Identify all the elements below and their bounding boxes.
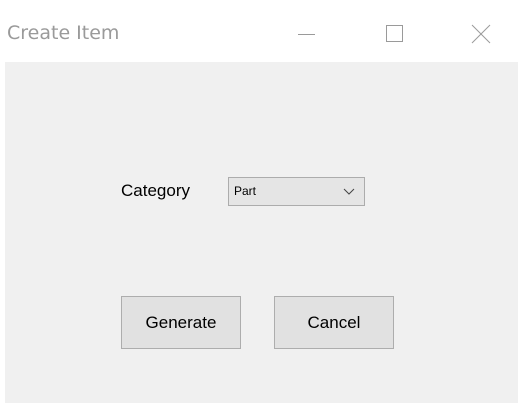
maximize-icon [386,25,403,42]
chevron-down-icon [343,187,355,196]
create-item-window: Create Item Category Part Generate Cance… [0,0,523,403]
minimize-button[interactable] [282,14,328,54]
cancel-button[interactable]: Cancel [274,296,394,349]
generate-button[interactable]: Generate [121,296,241,349]
category-label: Category [121,181,190,200]
window-title: Create Item [7,22,120,44]
close-button[interactable] [457,14,503,54]
dialog-client-area [5,62,518,403]
maximize-button[interactable] [371,14,417,54]
category-selected-value: Part [234,184,257,198]
title-bar[interactable]: Create Item [0,0,523,62]
minimize-icon [298,34,315,35]
close-icon [471,24,491,44]
category-select[interactable]: Part [228,177,365,206]
